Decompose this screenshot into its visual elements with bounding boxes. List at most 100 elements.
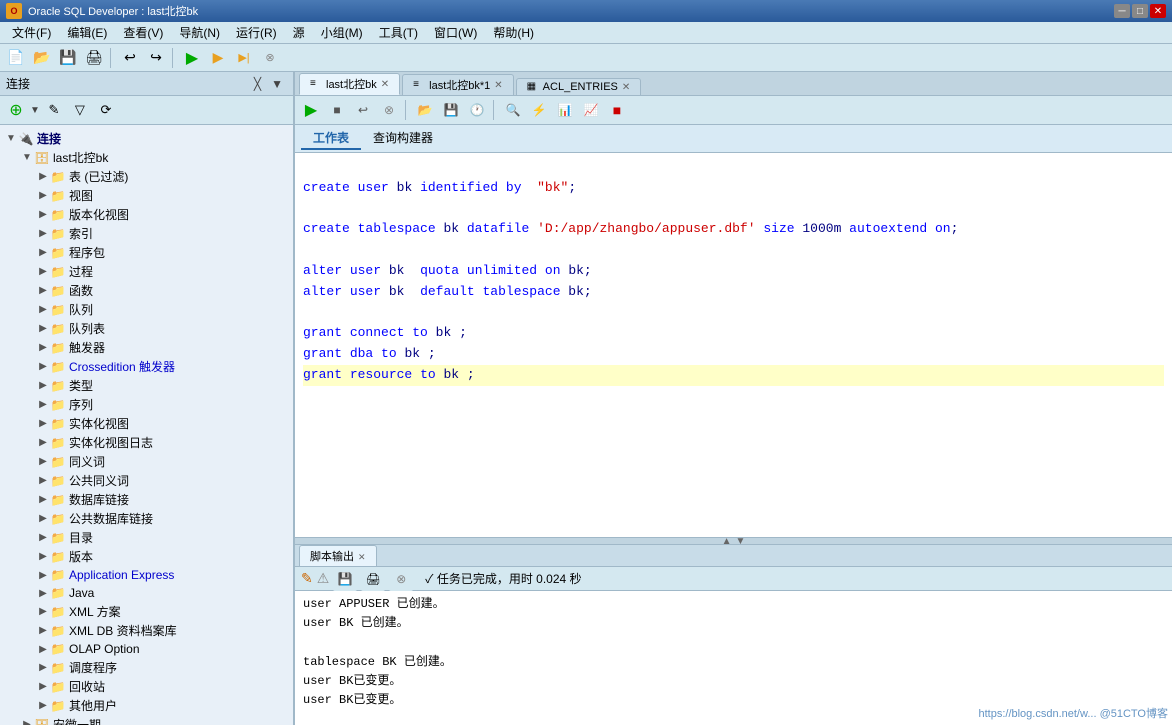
redo-button[interactable]: ↪ <box>144 46 168 70</box>
tab-last-bk-1-tab[interactable]: ≡last北控bk*1✕ <box>402 74 514 95</box>
toggle-tables[interactable]: ▶ <box>36 171 50 182</box>
toggle-queues[interactable]: ▶ <box>36 304 50 315</box>
sub-tab-query-builder[interactable]: 查询构建器 <box>361 127 445 150</box>
splitter[interactable]: ▲ ▼ <box>295 537 1172 545</box>
tree-item-application-express[interactable]: ▶📁Application Express <box>34 566 291 584</box>
toggle-materialized-view-logs[interactable]: ▶ <box>36 437 50 448</box>
run-script-button[interactable]: ▶ <box>299 98 323 122</box>
toggle-indexes[interactable]: ▶ <box>36 228 50 239</box>
minimize-button[interactable]: ─ <box>1114 4 1130 18</box>
tree-item-scheduler[interactable]: ▶📁调度程序 <box>34 658 291 677</box>
print-button[interactable]: 🖨 <box>82 46 106 70</box>
toggle-anhui[interactable]: ▶ <box>20 719 34 725</box>
toggle-java[interactable]: ▶ <box>36 588 50 599</box>
tree-item-materialized-views[interactable]: ▶📁实体化视图 <box>34 414 291 433</box>
toggle-synonyms[interactable]: ▶ <box>36 456 50 467</box>
save-button[interactable]: 💾 <box>56 46 80 70</box>
tree-item-xml-schemas[interactable]: ▶📁XML 方案 <box>34 602 291 621</box>
tree-item-tables[interactable]: ▶📁表 (已过滤) <box>34 167 291 186</box>
toggle-procedures[interactable]: ▶ <box>36 266 50 277</box>
toggle-materialized-views[interactable]: ▶ <box>36 418 50 429</box>
tree-item-olap[interactable]: ▶📁OLAP Option <box>34 640 291 658</box>
tree-item-crossedition-triggers[interactable]: ▶📁Crossedition 触发器 <box>34 357 291 376</box>
tree-item-editions[interactable]: ▶📁版本 <box>34 547 291 566</box>
tree-item-triggers[interactable]: ▶📁触发器 <box>34 338 291 357</box>
menu-item-e[interactable]: 编辑(E) <box>59 22 115 43</box>
bottom-tab-script-output[interactable]: 脚本输出✕ <box>299 545 377 566</box>
tree-item-version-views[interactable]: ▶📁版本化视图 <box>34 205 291 224</box>
tree-item-directories[interactable]: ▶📁目录 <box>34 528 291 547</box>
add-connection-button[interactable]: ⊕ <box>4 98 28 122</box>
tree-item-indexes[interactable]: ▶📁索引 <box>34 224 291 243</box>
commit-button[interactable]: ■ <box>325 98 349 122</box>
debug-button[interactable]: ▶ <box>206 46 230 70</box>
toggle-application-express[interactable]: ▶ <box>36 570 50 581</box>
toggle-last-bk[interactable]: ▼ <box>20 152 34 163</box>
toggle-packages[interactable]: ▶ <box>36 247 50 258</box>
tree-item-queue-tables[interactable]: ▶📁队列表 <box>34 319 291 338</box>
left-panel-settings[interactable]: ▼ <box>267 77 287 91</box>
menu-item-[interactable]: 源 <box>285 22 313 43</box>
sub-tab-worksheet[interactable]: 工作表 <box>301 127 361 150</box>
tree-item-types[interactable]: ▶📁类型 <box>34 376 291 395</box>
left-panel-close[interactable]: ╳ <box>250 77 265 91</box>
step-button[interactable]: ▶| <box>232 46 256 70</box>
tree-item-functions[interactable]: ▶📁函数 <box>34 281 291 300</box>
toggle-sequences[interactable]: ▶ <box>36 399 50 410</box>
tree-item-views[interactable]: ▶📁视图 <box>34 186 291 205</box>
toggle-db-links[interactable]: ▶ <box>36 494 50 505</box>
menu-item-h[interactable]: 帮助(H) <box>485 22 542 43</box>
toggle-xml-schemas[interactable]: ▶ <box>36 606 50 617</box>
menu-item-w[interactable]: 窗口(W) <box>426 22 485 43</box>
find-button[interactable]: 🔍 <box>501 98 525 122</box>
maximize-button[interactable]: □ <box>1132 4 1148 18</box>
open-button[interactable]: 📂 <box>30 46 54 70</box>
new-button[interactable]: 📄 <box>4 46 28 70</box>
tree-item-synonyms[interactable]: ▶📁同义词 <box>34 452 291 471</box>
toggle-types[interactable]: ▶ <box>36 380 50 391</box>
clear-output-button[interactable]: ⊗ <box>389 567 413 591</box>
undo-button[interactable]: ↩ <box>118 46 142 70</box>
menu-item-m[interactable]: 小组(M) <box>313 22 371 43</box>
toggle-directories[interactable]: ▶ <box>36 532 50 543</box>
rollback-button[interactable]: ↩ <box>351 98 375 122</box>
toggle-public-db-links[interactable]: ▶ <box>36 513 50 524</box>
clear-button[interactable]: ⊗ <box>258 46 282 70</box>
tree-item-materialized-view-logs[interactable]: ▶📁实体化视图日志 <box>34 433 291 452</box>
tree-item-procedures[interactable]: ▶📁过程 <box>34 262 291 281</box>
tree-item-connections[interactable]: ▼ 🔌 连接 <box>2 129 291 148</box>
tree-item-packages[interactable]: ▶📁程序包 <box>34 243 291 262</box>
toggle-queue-tables[interactable]: ▶ <box>36 323 50 334</box>
print-output-button[interactable]: 🖨 <box>361 567 385 591</box>
tree-item-java[interactable]: ▶📁Java <box>34 584 291 602</box>
tree-item-public-db-links[interactable]: ▶📁公共数据库链接 <box>34 509 291 528</box>
save-output-button[interactable]: 💾 <box>333 567 357 591</box>
refresh-button[interactable]: ⟳ <box>94 98 118 122</box>
toggle-connections[interactable]: ▼ <box>4 133 18 144</box>
toggle-crossedition-triggers[interactable]: ▶ <box>36 361 50 372</box>
left-panel-content[interactable]: ▼ 🔌 连接 ▼ 🗄 last北控bk ▶📁表 (已过滤)▶📁视图▶📁版本化视图… <box>0 125 293 725</box>
tree-item-public-synonyms[interactable]: ▶📁公共同义词 <box>34 471 291 490</box>
filter-button[interactable]: ▽ <box>68 98 92 122</box>
tab-last-bk-tab[interactable]: ≡last北控bk✕ <box>299 73 400 95</box>
toggle-editions[interactable]: ▶ <box>36 551 50 562</box>
stop-button[interactable]: ■ <box>605 98 629 122</box>
tab-acl-entries-tab[interactable]: ▦ACL_ENTRIES✕ <box>516 78 642 95</box>
tree-item-xml-db[interactable]: ▶📁XML DB 资料档案库 <box>34 621 291 640</box>
tab-close-acl-entries-tab[interactable]: ✕ <box>622 82 630 93</box>
menu-item-t[interactable]: 工具(T) <box>371 22 426 43</box>
bottom-tab-close-script-output[interactable]: ✕ <box>358 552 366 562</box>
code-editor[interactable]: create user bk identified by "bk"; creat… <box>295 153 1172 537</box>
tree-item-other-users[interactable]: ▶📁其他用户 <box>34 696 291 715</box>
tree-item-last-bk[interactable]: ▼ 🗄 last北控bk <box>18 148 291 167</box>
tree-item-recycle-bin[interactable]: ▶📁回收站 <box>34 677 291 696</box>
save-file-button[interactable]: 💾 <box>439 98 463 122</box>
toggle-functions[interactable]: ▶ <box>36 285 50 296</box>
toggle-other-users[interactable]: ▶ <box>36 700 50 711</box>
open-file-button[interactable]: 📂 <box>413 98 437 122</box>
autotrace-button[interactable]: ⚡ <box>527 98 551 122</box>
tree-item-db-links[interactable]: ▶📁数据库链接 <box>34 490 291 509</box>
close-button[interactable]: ✕ <box>1150 4 1166 18</box>
tree-item-anhui[interactable]: ▶ 🗄 安徽一期 <box>18 715 291 725</box>
toggle-olap[interactable]: ▶ <box>36 644 50 655</box>
